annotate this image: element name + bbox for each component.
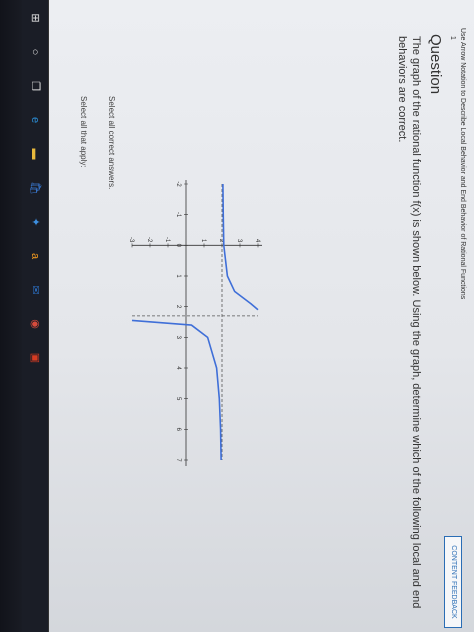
x-tick-label: -2 [175, 181, 181, 187]
x-tick-label: 6 [175, 428, 181, 432]
x-tick-label: -1 [175, 212, 181, 218]
screen: Use Arrow Notation to Describe Local Beh… [22, 0, 474, 632]
curve-branch-1 [222, 183, 259, 311]
select-all-apply-hint: Select all that apply: [79, 96, 88, 168]
question-text-line2: behaviors are correct. [396, 36, 408, 143]
x-tick-label: 4 [175, 366, 181, 370]
page-title: Question [427, 34, 444, 95]
y-tick-label: -3 [128, 237, 134, 243]
windows-taskbar: ⊞ ○ ❐ e ▬ 🛍 ✦ a ✉ ◉ ▣ [22, 0, 49, 632]
y-tick-label: 1 [200, 239, 206, 243]
search-icon[interactable]: ○ [27, 44, 43, 60]
function-graph: -2-101234567-3 -2 -1 1 2 3 4 [128, 180, 262, 466]
y-tick-label: 4 [254, 239, 260, 243]
mail-icon[interactable]: ✉ [27, 282, 43, 298]
y-tick-label: 3 [236, 239, 242, 243]
store-icon[interactable]: 🛍 [27, 180, 43, 196]
curve-branch-2 [131, 319, 222, 461]
graph-curves [131, 183, 259, 461]
task-view-icon[interactable]: ❐ [27, 78, 43, 94]
select-correct-hint: Select all correct answers. [107, 96, 116, 190]
rotated-page: Use Arrow Notation to Describe Local Beh… [22, 0, 474, 632]
edge-browser-icon[interactable]: e [27, 112, 43, 128]
x-tick-label: 5 [175, 397, 181, 401]
x-tick-label: 2 [175, 305, 181, 309]
chrome-icon[interactable]: ◉ [27, 316, 43, 332]
file-explorer-icon[interactable]: ▬ [27, 146, 43, 162]
question-step: 1 [449, 36, 456, 40]
x-tick-label: 7 [175, 458, 181, 462]
office-icon[interactable]: ▣ [27, 350, 43, 366]
x-tick-label: 3 [175, 336, 181, 340]
x-tick-label: 1 [175, 274, 181, 278]
graph-axes [132, 180, 262, 466]
breadcrumb[interactable]: Use Arrow Notation to Describe Local Beh… [459, 28, 466, 299]
y-tick-label: -2 [146, 237, 152, 243]
amazon-icon[interactable]: a [27, 248, 43, 264]
question-text-line1: The graph of the rational function f(x) … [410, 36, 422, 609]
y-tick-label: -1 [164, 237, 170, 243]
x-tick-label: 0 [175, 244, 181, 248]
windows-start-icon[interactable]: ⊞ [27, 10, 43, 26]
dropbox-icon[interactable]: ✦ [27, 214, 43, 230]
content-feedback-button[interactable]: CONTENT FEEDBACK [444, 536, 462, 628]
